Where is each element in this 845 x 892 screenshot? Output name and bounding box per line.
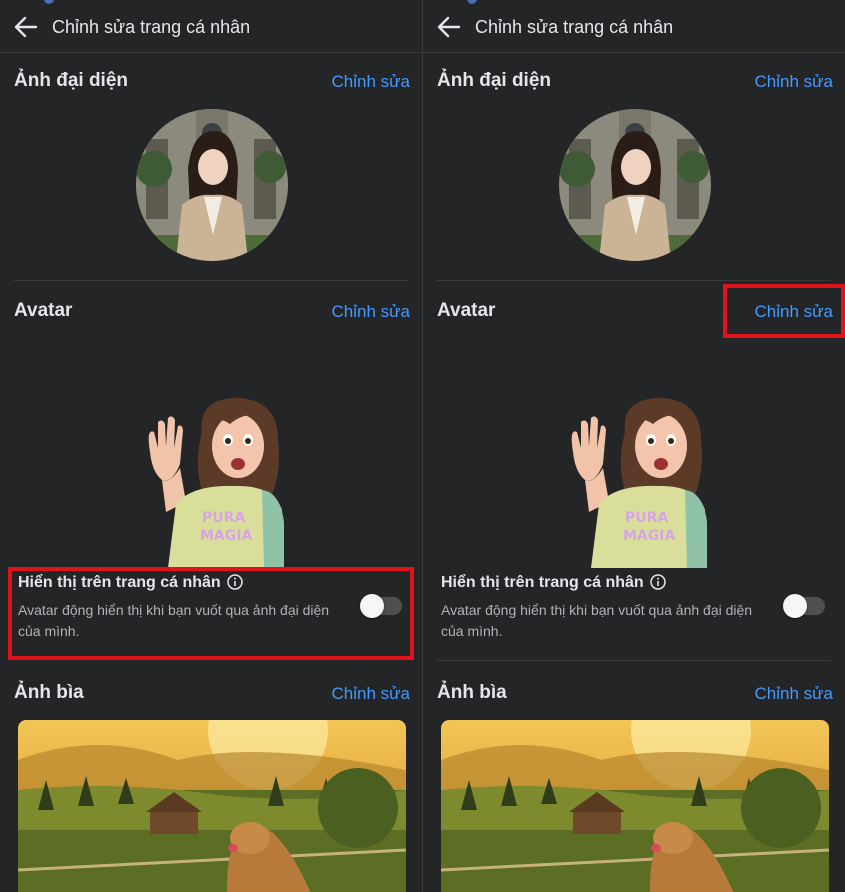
profile-photo-edit-button[interactable]: Chỉnh sửa: [332, 72, 410, 92]
back-arrow-icon[interactable]: [435, 13, 463, 41]
profile-photo-title: Ảnh đại diện: [437, 70, 551, 91]
divider: [437, 660, 831, 661]
divider: [437, 280, 831, 281]
avatar-image: PURA MAGIA: [571, 398, 707, 568]
cover-photo[interactable]: [18, 720, 406, 892]
avatar-title: Avatar: [437, 300, 496, 321]
avatar-image: PURA MAGIA: [148, 398, 284, 568]
show-on-profile-text: Hiển thị trên trang cá nhân: [441, 574, 644, 591]
top-bar: Chỉnh sửa trang cá nhân: [423, 0, 845, 53]
profile-photo-edit-button[interactable]: Chỉnh sửa: [755, 72, 833, 92]
page-title: Chỉnh sửa trang cá nhân: [475, 17, 674, 37]
avatar-edit-button[interactable]: Chỉnh sửa: [332, 302, 410, 322]
cover-photo-title: Ảnh bìa: [14, 682, 84, 703]
svg-text:PURA: PURA: [202, 510, 245, 526]
highlight-box-toggle: [8, 567, 414, 660]
highlight-box-edit: [723, 284, 845, 338]
toggle-knob: [783, 594, 807, 618]
show-on-profile-description: Avatar động hiển thị khi bạn vuốt qua ản…: [441, 602, 753, 639]
avatar-title: Avatar: [14, 300, 73, 321]
profile-photo[interactable]: [136, 109, 288, 261]
show-on-profile-label: Hiển thị trên trang cá nhân: [441, 574, 666, 592]
page-title: Chỉnh sửa trang cá nhân: [52, 17, 251, 37]
svg-text:MAGIA: MAGIA: [200, 528, 252, 544]
profile-photo-title: Ảnh đại diện: [14, 70, 128, 91]
back-arrow-icon[interactable]: [12, 13, 40, 41]
status-dot: [467, 0, 477, 4]
svg-text:PURA: PURA: [625, 510, 668, 526]
cover-photo-edit-button[interactable]: Chỉnh sửa: [755, 684, 833, 704]
cover-photo[interactable]: [441, 720, 829, 892]
divider: [14, 280, 408, 281]
show-on-profile-toggle[interactable]: [783, 594, 825, 618]
edit-profile-panel-left: Chỉnh sửa trang cá nhân Ảnh đại diện Chỉ…: [0, 0, 422, 892]
cover-photo-title: Ảnh bìa: [437, 682, 507, 703]
status-dot: [44, 0, 54, 4]
svg-text:MAGIA: MAGIA: [623, 528, 675, 544]
edit-profile-panel-right: Chỉnh sửa trang cá nhân Ảnh đại diện Chỉ…: [423, 0, 845, 892]
info-icon[interactable]: [649, 574, 666, 590]
profile-photo[interactable]: [559, 109, 711, 261]
top-bar: Chỉnh sửa trang cá nhân: [0, 0, 422, 53]
cover-photo-edit-button[interactable]: Chỉnh sửa: [332, 684, 410, 704]
